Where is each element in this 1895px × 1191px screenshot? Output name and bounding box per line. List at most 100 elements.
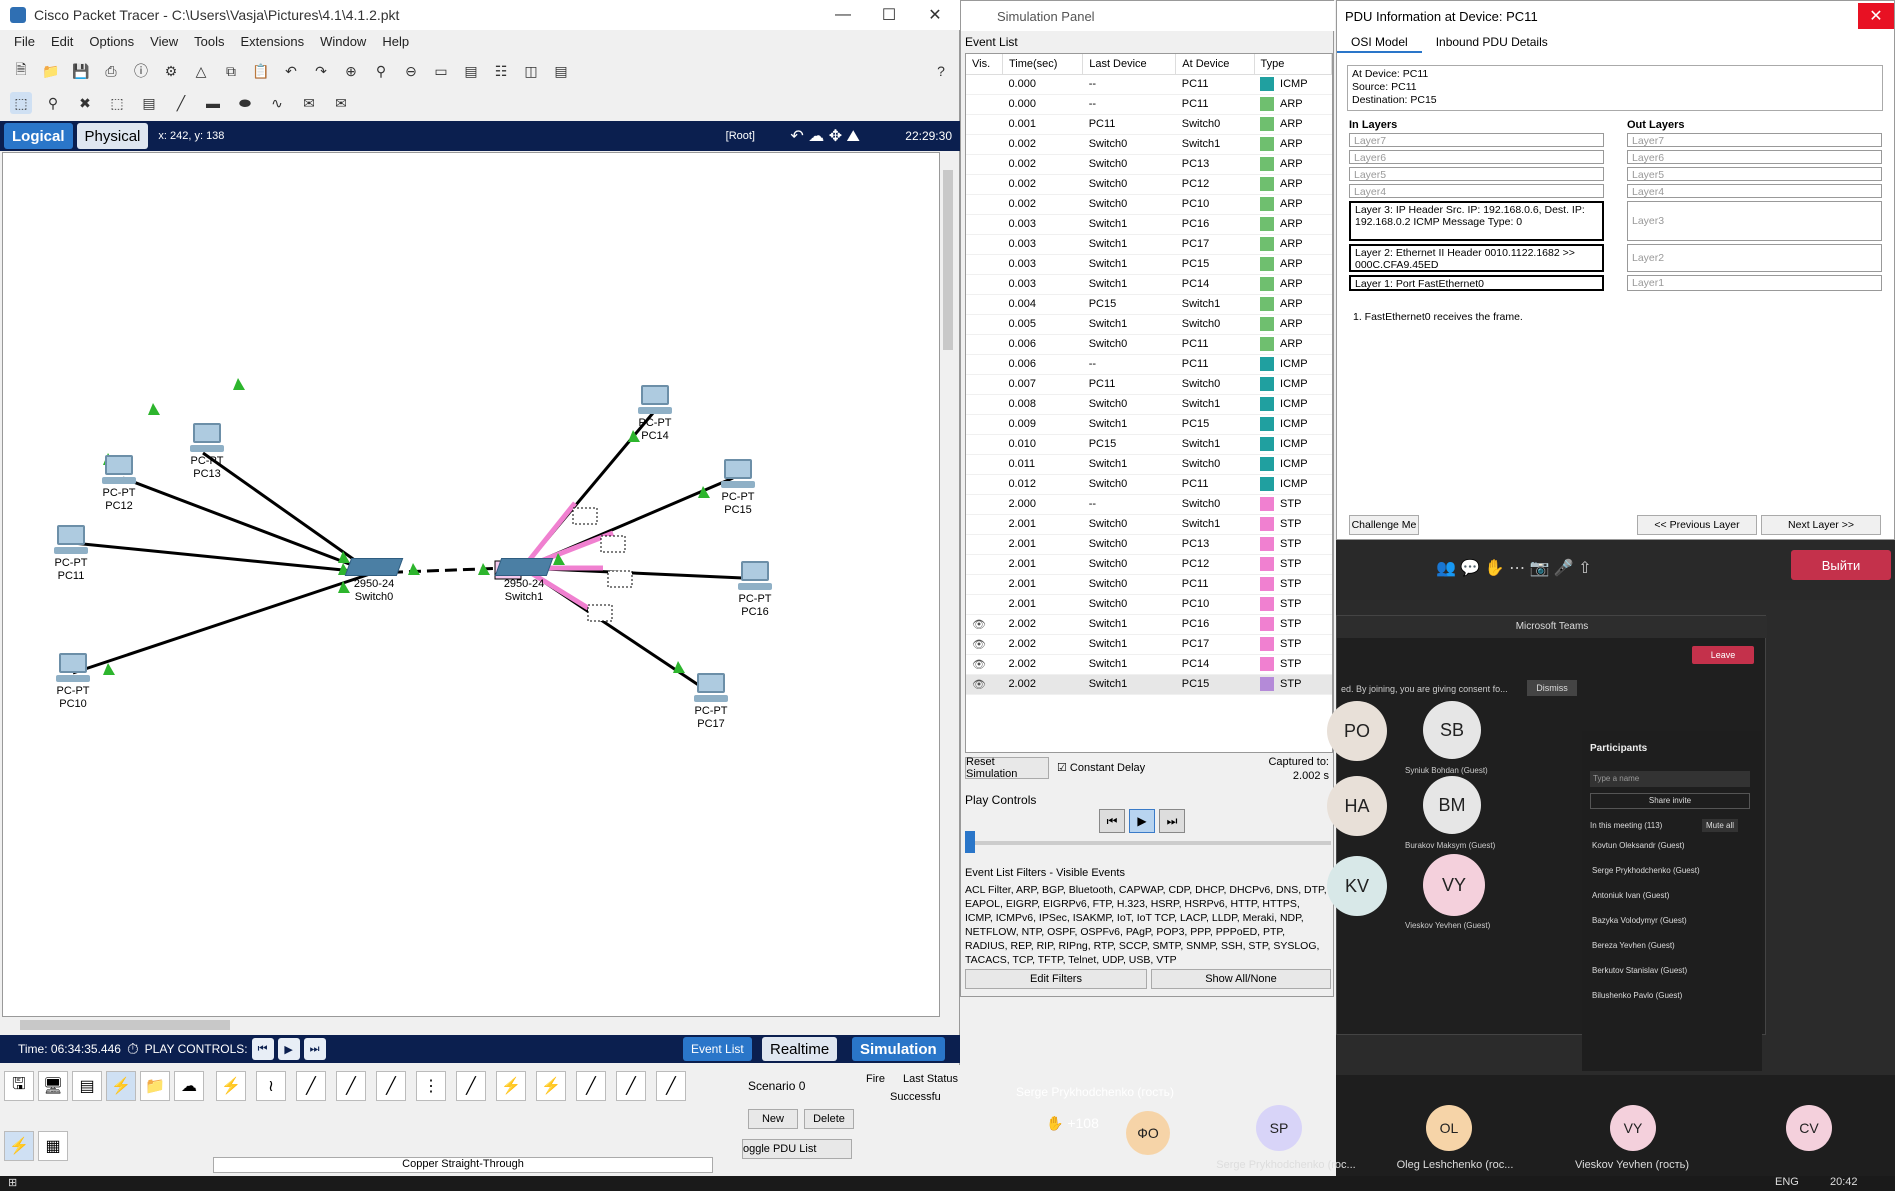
table-row[interactable]: 0.000 -- PC11 ARP bbox=[966, 94, 1332, 115]
table-row[interactable]: 0.012 Switch0 PC11 ICMP bbox=[966, 474, 1332, 495]
device-pc17[interactable]: PC-PT PC17 bbox=[681, 673, 741, 731]
pdu-envelope-icon[interactable] bbox=[572, 507, 598, 525]
close-button[interactable]: ✕ bbox=[912, 0, 958, 30]
activity-wizard-icon[interactable]: △ bbox=[190, 60, 212, 82]
forward-step-button[interactable]: ⏭ bbox=[1159, 809, 1185, 833]
leave-meeting-button[interactable]: Выйти bbox=[1791, 550, 1891, 580]
device-switch0[interactable]: 2950-24 Switch0 bbox=[339, 558, 409, 604]
in-layer-7[interactable]: Layer7 bbox=[1349, 133, 1604, 147]
previous-layer-button[interactable]: << Previous Layer bbox=[1637, 515, 1757, 535]
table-row[interactable]: 👁 2.002 Switch1 PC17 STP bbox=[966, 634, 1332, 655]
table-row[interactable]: 0.002 Switch0 PC10 ARP bbox=[966, 194, 1332, 215]
tab-physical[interactable]: Physical bbox=[76, 123, 149, 149]
pdu-envelope-icon[interactable] bbox=[600, 535, 626, 553]
table-row[interactable]: 2.001 Switch0 PC13 STP bbox=[966, 534, 1332, 555]
table-row[interactable]: 0.004 PC15 Switch1 ARP bbox=[966, 294, 1332, 315]
participant-item[interactable]: Kovtun Oleksandr (Guest) bbox=[1592, 841, 1684, 850]
cable-auto-icon[interactable]: ⚡ bbox=[216, 1071, 246, 1101]
eye-icon[interactable]: 👁 bbox=[972, 639, 986, 651]
table-row[interactable]: 0.002 Switch0 PC12 ARP bbox=[966, 174, 1332, 195]
table-row[interactable]: 👁 2.002 Switch1 PC14 STP bbox=[966, 654, 1332, 675]
speed-slider[interactable] bbox=[965, 831, 1331, 853]
col-at-device[interactable]: At Device bbox=[1175, 54, 1255, 75]
maximize-button[interactable]: ☐ bbox=[866, 0, 912, 30]
table-row[interactable]: 0.000 -- PC11 ICMP bbox=[966, 74, 1332, 95]
simple-pdu-icon[interactable]: ✉ bbox=[298, 92, 320, 114]
forward-button[interactable]: ⏭ bbox=[303, 1038, 326, 1060]
back-button[interactable]: ⏮ bbox=[251, 1038, 274, 1060]
out-layer-7[interactable]: Layer7 bbox=[1627, 133, 1882, 147]
grid-icon[interactable]: ▦ bbox=[38, 1131, 68, 1161]
table-row[interactable]: 0.009 Switch1 PC15 ICMP bbox=[966, 414, 1332, 435]
cable-straight-icon[interactable]: ╱ bbox=[296, 1071, 326, 1101]
table-row[interactable]: 0.003 Switch1 PC14 ARP bbox=[966, 274, 1332, 295]
delete-icon[interactable]: ✖ bbox=[74, 92, 96, 114]
close-button[interactable]: ✕ bbox=[1858, 3, 1894, 29]
col-last-device[interactable]: Last Device bbox=[1082, 54, 1177, 75]
participant-search-input[interactable]: Type a name bbox=[1590, 771, 1750, 787]
out-layer-5[interactable]: Layer5 bbox=[1627, 167, 1882, 181]
participant-item[interactable]: Bereza Yevhen (Guest) bbox=[1592, 941, 1675, 950]
device-pc11[interactable]: PC-PT PC11 bbox=[41, 525, 101, 583]
cable-iot-icon[interactable]: ╱ bbox=[616, 1071, 646, 1101]
navigation-icons[interactable]: ↶ ☁ ✥ ⛰ bbox=[790, 126, 860, 146]
col-type[interactable]: Type bbox=[1254, 54, 1333, 75]
device-pc10[interactable]: PC-PT PC10 bbox=[43, 653, 103, 711]
print-icon[interactable]: ⎙ bbox=[100, 60, 122, 82]
pdu-envelope-icon[interactable] bbox=[587, 604, 613, 622]
table-row[interactable]: 2.001 Switch0 Switch1 STP bbox=[966, 514, 1332, 535]
start-icon[interactable]: ⊞ bbox=[8, 1176, 17, 1189]
logical-workspace[interactable]: PC-PT PC10 PC-PT PC11 PC-PT PC12 PC-PT P… bbox=[2, 152, 940, 1017]
table-row[interactable]: 0.007 PC11 Switch0 ICMP bbox=[966, 374, 1332, 395]
participant-item[interactable]: Serge Prykhodchenko (Guest) bbox=[1592, 866, 1700, 875]
network-info-icon[interactable]: ⚙ bbox=[160, 60, 182, 82]
zoom-reset-icon[interactable]: ⚲ bbox=[370, 60, 392, 82]
device-dialog-icon[interactable]: ◫ bbox=[520, 60, 542, 82]
tab-inbound-pdu[interactable]: Inbound PDU Details bbox=[1422, 33, 1562, 53]
workspace-icon[interactable]: ☷ bbox=[490, 60, 512, 82]
in-layer-1[interactable]: Layer 1: Port FastEthernet0 bbox=[1349, 275, 1604, 291]
menu-tools[interactable]: Tools bbox=[188, 32, 230, 52]
new-scenario-button[interactable]: New bbox=[748, 1109, 798, 1129]
language-indicator[interactable]: ENG bbox=[1775, 1176, 1799, 1188]
draw-line-icon[interactable]: ╱ bbox=[170, 92, 192, 114]
table-row[interactable]: 0.001 PC11 Switch0 ARP bbox=[966, 114, 1332, 135]
vertical-scrollbar[interactable] bbox=[940, 152, 956, 1017]
eye-icon[interactable]: 👁 bbox=[972, 679, 986, 691]
menu-edit[interactable]: Edit bbox=[45, 32, 79, 52]
table-row[interactable]: 0.003 Switch1 PC16 ARP bbox=[966, 214, 1332, 235]
menu-view[interactable]: View bbox=[144, 32, 184, 52]
cable-phone-icon[interactable]: ⋮ bbox=[416, 1071, 446, 1101]
cable-coax-icon[interactable]: ╱ bbox=[456, 1071, 486, 1101]
menu-help[interactable]: Help bbox=[376, 32, 415, 52]
device-pc13[interactable]: PC-PT PC13 bbox=[177, 423, 237, 481]
cable-fiber-icon[interactable]: ╱ bbox=[376, 1071, 406, 1101]
reset-time-icon[interactable]: ⏱ bbox=[127, 1041, 139, 1058]
table-row[interactable]: 0.003 Switch1 PC17 ARP bbox=[966, 234, 1332, 255]
table-row[interactable]: 0.006 Switch0 PC11 ARP bbox=[966, 334, 1332, 355]
table-row[interactable]: 0.005 Switch1 Switch0 ARP bbox=[966, 314, 1332, 335]
in-layer-4[interactable]: Layer4 bbox=[1349, 184, 1604, 198]
network-devices-icon[interactable]: 🖫 bbox=[4, 1071, 34, 1101]
table-row[interactable]: 2.001 Switch0 PC12 STP bbox=[966, 554, 1332, 575]
participant-item[interactable]: Antoniuk Ivan (Guest) bbox=[1592, 891, 1669, 900]
cable-octal-icon[interactable]: ╱ bbox=[576, 1071, 606, 1101]
custom-device-icon[interactable]: ▤ bbox=[460, 60, 482, 82]
misc-icon[interactable]: 📁 bbox=[140, 1071, 170, 1101]
table-row[interactable]: 0.011 Switch1 Switch0 ICMP bbox=[966, 454, 1332, 475]
cable-serial-dce-icon[interactable]: ⚡ bbox=[496, 1071, 526, 1101]
col-vis[interactable]: Vis. bbox=[966, 54, 1003, 75]
zoom-out-icon[interactable]: ⊖ bbox=[400, 60, 422, 82]
paste-icon[interactable]: 📋 bbox=[250, 60, 272, 82]
open-folder-icon[interactable]: 📁 bbox=[40, 60, 62, 82]
root-label[interactable]: [Root] bbox=[726, 130, 755, 142]
slider-handle[interactable] bbox=[965, 831, 975, 853]
device-pc15[interactable]: PC-PT PC15 bbox=[708, 459, 768, 517]
table-row[interactable]: 0.003 Switch1 PC15 ARP bbox=[966, 254, 1332, 275]
auto-connect-icon[interactable]: ⚡ bbox=[4, 1131, 34, 1161]
pdu-envelope-icon[interactable] bbox=[607, 570, 633, 588]
device-switch1[interactable]: 2950-24 Switch1 bbox=[489, 558, 559, 604]
table-row[interactable]: 0.008 Switch0 Switch1 ICMP bbox=[966, 394, 1332, 415]
participant-item[interactable]: Bilushenko Pavlo (Guest) bbox=[1592, 991, 1682, 1000]
image-icon[interactable]: ▤ bbox=[550, 60, 572, 82]
